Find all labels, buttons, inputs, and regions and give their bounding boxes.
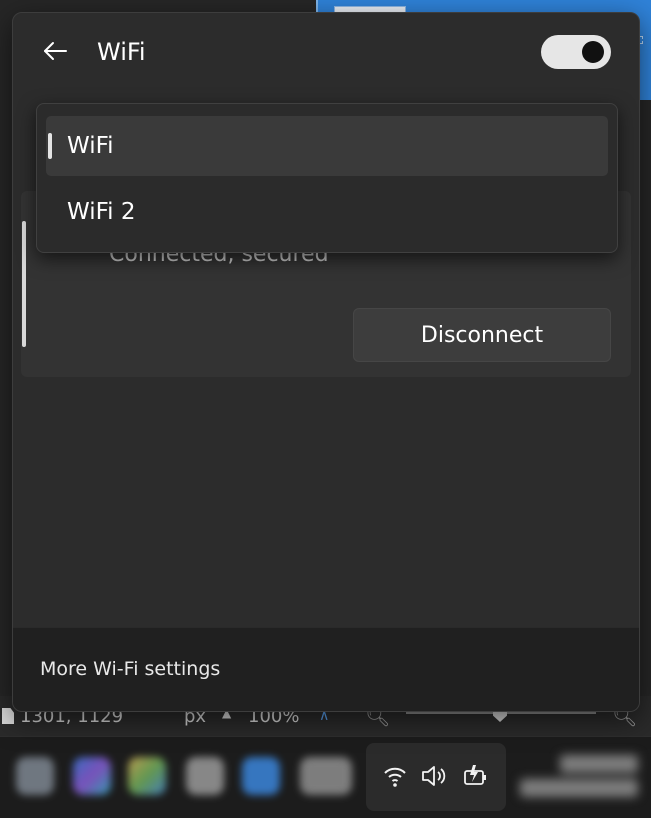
dropdown-item-wifi-2[interactable]: WiFi 2 <box>46 182 608 242</box>
taskbar-app-4[interactable] <box>186 757 224 795</box>
wifi-toggle[interactable] <box>541 35 611 69</box>
network-selected-indicator <box>22 221 26 347</box>
more-wifi-settings-link[interactable]: More Wi-Fi settings <box>40 656 220 682</box>
flyout-footer: More Wi-Fi settings <box>13 627 639 711</box>
wifi-flyout: WiFi Connected, secured Disconnect WiFi … <box>12 12 640 712</box>
battery-icon[interactable] <box>462 763 490 795</box>
screen: 1301, 1129 px ▲ 100% ⊼ 🔍︎ 🔍︎ WiFi Connec… <box>0 0 651 818</box>
clock[interactable] <box>520 749 638 805</box>
toggle-knob <box>582 41 604 63</box>
dropdown-item-wifi[interactable]: WiFi <box>46 116 608 176</box>
adapter-dropdown: WiFi WiFi 2 <box>36 103 618 253</box>
disconnect-button[interactable]: Disconnect <box>353 308 611 362</box>
arrow-left-icon <box>44 42 67 60</box>
taskbar-app-3[interactable] <box>128 757 166 795</box>
dropdown-item-label: WiFi <box>67 133 114 159</box>
selection-indicator <box>48 133 52 159</box>
taskbar <box>0 736 651 818</box>
taskbar-app-6[interactable] <box>300 757 352 795</box>
page-title: WiFi <box>97 38 146 66</box>
volume-icon[interactable] <box>420 763 448 795</box>
taskbar-app-2[interactable] <box>73 757 111 795</box>
wifi-icon[interactable] <box>382 763 408 795</box>
dropdown-item-label: WiFi 2 <box>67 199 136 225</box>
system-tray[interactable] <box>366 743 506 811</box>
taskbar-app-1[interactable] <box>16 757 54 795</box>
back-button[interactable] <box>35 31 75 71</box>
flyout-header: WiFi <box>13 13 639 93</box>
taskbar-app-5[interactable] <box>242 757 280 795</box>
